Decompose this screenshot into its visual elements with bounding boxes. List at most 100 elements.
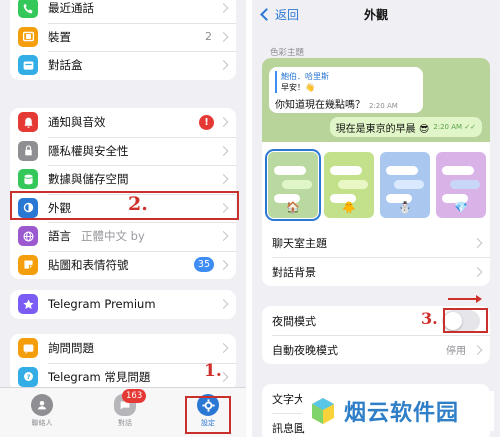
step-3-annotation: 3.	[421, 309, 438, 328]
row-label: 訊息圓	[272, 421, 305, 435]
row-label: 裝置	[48, 29, 71, 44]
row-label: 數據與儲存空間	[48, 172, 129, 187]
settings-row-stickers[interactable]: 貼圖和表情符號 35	[10, 250, 236, 280]
tab-label: 對話	[118, 419, 132, 427]
settings-tab-highlight-box	[185, 396, 231, 434]
theme-settings-group: 聊天室主題 對話背景	[262, 228, 490, 286]
chevron-right-icon	[472, 344, 483, 355]
row-auto-night-mode[interactable]: 自動夜晚模式 停用	[262, 335, 490, 364]
chevron-right-icon	[218, 231, 229, 242]
alert-badge: !	[199, 114, 214, 130]
row-label: 文字大	[272, 392, 305, 406]
row-chat-background[interactable]: 對話背景	[262, 257, 490, 286]
row-label: 聊天室主題	[272, 236, 327, 250]
arrow-right-icon	[448, 295, 482, 303]
theme-classic[interactable]: 🐥	[324, 152, 374, 218]
reply-quote: 鮑伯．哈里斯 早安！👋	[275, 71, 417, 93]
sticker-count-badge: 35	[193, 257, 214, 273]
tab-contacts[interactable]: 聯絡人	[12, 394, 72, 428]
reply-text: 早安！👋	[281, 83, 315, 92]
chevron-right-icon	[218, 3, 229, 14]
page-title: 外觀	[363, 8, 388, 22]
chevron-right-icon	[218, 343, 229, 354]
row-label: Telegram 常見問題	[48, 369, 151, 384]
settings-row-chat-box[interactable]: 對話盒	[10, 51, 236, 80]
row-label: 詢問問題	[48, 341, 94, 356]
settings-row-recent-calls[interactable]: 最近通話	[10, 0, 236, 23]
settings-row-notifications[interactable]: 通知與音效 !	[10, 108, 236, 137]
watermark-text: 烟云软件园	[344, 401, 460, 426]
tablet-icon	[18, 26, 38, 47]
row-label: 隱私權與安全性	[48, 143, 129, 158]
row-label: 通知與音效	[48, 115, 106, 130]
incoming-message-bubble: 鮑伯．哈里斯 早安！👋 你知道現在幾點嗎？ 2:20 AM	[269, 67, 423, 113]
outgoing-time: 2:20 AM ✓✓	[433, 123, 476, 131]
chat-preview: 鮑伯．哈里斯 早安！👋 你知道現在幾點嗎？ 2:20 AM 現在是東京的早晨 😎 2…	[262, 58, 490, 142]
chevron-right-icon	[218, 31, 229, 42]
chevron-right-icon	[218, 259, 229, 270]
settings-row-ask-question[interactable]: 詢問問題	[10, 334, 236, 363]
settings-row-privacy[interactable]: 隱私權與安全性	[10, 136, 236, 166]
theme-emoji: 🏠	[286, 201, 300, 214]
outgoing-text: 現在是東京的早晨 😎	[335, 123, 430, 135]
star-icon	[18, 294, 38, 315]
person-icon	[31, 394, 53, 416]
settings-row-language[interactable]: 語言 正體中文 by	[10, 222, 236, 251]
chevron-right-icon	[472, 237, 483, 248]
row-label: 貼圖和表情符號	[48, 257, 129, 272]
bell-icon	[18, 112, 38, 133]
theme-emoji: 💎	[454, 201, 468, 214]
auto-night-value: 停用	[446, 346, 466, 357]
question-chat-icon	[18, 338, 38, 359]
device-count: 2	[205, 30, 212, 44]
chevron-right-icon	[218, 145, 229, 156]
theme-diamond[interactable]: 💎	[436, 152, 486, 218]
row-label: 語言	[48, 229, 71, 244]
globe-icon	[18, 226, 38, 247]
row-label: Telegram Premium	[48, 297, 156, 312]
chats-unread-badge: 163	[122, 389, 147, 403]
sticker-icon	[18, 254, 38, 275]
settings-row-premium[interactable]: Telegram Premium	[10, 290, 236, 319]
watermark: 烟云软件园	[302, 391, 494, 431]
settings-screen: 最近通話 裝置 2 對話盒 通知與音效 ! 隱私權與安全性 數據與儲存空間 外觀…	[0, 0, 246, 437]
row-label: 夜間模式	[272, 314, 316, 328]
reply-sender: 鮑伯．哈里斯	[281, 72, 329, 81]
row-label: 對話盒	[48, 58, 83, 73]
chevron-right-icon	[472, 266, 483, 277]
step-1-annotation: 1.	[204, 361, 222, 381]
theme-emoji: 🐥	[342, 201, 356, 214]
nav-bar: 返回 外觀	[252, 0, 500, 30]
appearance-highlight-box	[10, 191, 239, 220]
theme-snow[interactable]: ⛄	[380, 152, 430, 218]
help-icon: ?	[18, 366, 38, 387]
cube-logo-icon	[312, 398, 334, 424]
tab-chats[interactable]: 對話 163	[95, 389, 155, 428]
chevron-right-icon	[218, 174, 229, 185]
settings-group-general: 最近通話 裝置 2 對話盒	[10, 0, 236, 80]
chevron-right-icon	[218, 299, 229, 310]
chevron-right-icon	[218, 60, 229, 71]
svg-text:?: ?	[26, 373, 30, 381]
chevron-right-icon	[218, 117, 229, 128]
theme-emoji: ⛄	[398, 201, 412, 214]
row-chat-themes[interactable]: 聊天室主題	[262, 228, 490, 257]
settings-row-data-storage[interactable]: 數據與儲存空間	[10, 165, 236, 194]
lock-icon	[18, 140, 38, 161]
database-icon	[18, 169, 38, 190]
incoming-message: 你知道現在幾點嗎？ 2:20 AM	[275, 96, 417, 111]
language-value: 正體中文 by	[81, 229, 145, 244]
theme-picker: 🏠 🐥 ⛄ 💎	[262, 142, 490, 228]
incoming-text: 你知道現在幾點嗎？	[275, 100, 365, 111]
settings-group-premium: Telegram Premium	[10, 290, 236, 319]
appearance-screen: 返回 外觀 色彩主題 鮑伯．哈里斯 早安！👋 你知道現在幾點嗎？ 2:20 AM …	[252, 0, 500, 437]
toggle-highlight-box	[443, 308, 488, 333]
settings-row-devices[interactable]: 裝置 2	[10, 22, 236, 52]
incoming-time: 2:20 AM	[369, 102, 398, 110]
section-header-color-theme: 色彩主題	[270, 48, 305, 58]
chat-box-icon	[18, 55, 38, 76]
settings-group-help: 詢問問題 ? Telegram 常見問題	[10, 334, 236, 391]
theme-day[interactable]: 🏠	[265, 149, 321, 221]
tab-bar: 聯絡人 對話 163 設定	[0, 387, 246, 437]
phone-icon	[18, 0, 38, 19]
